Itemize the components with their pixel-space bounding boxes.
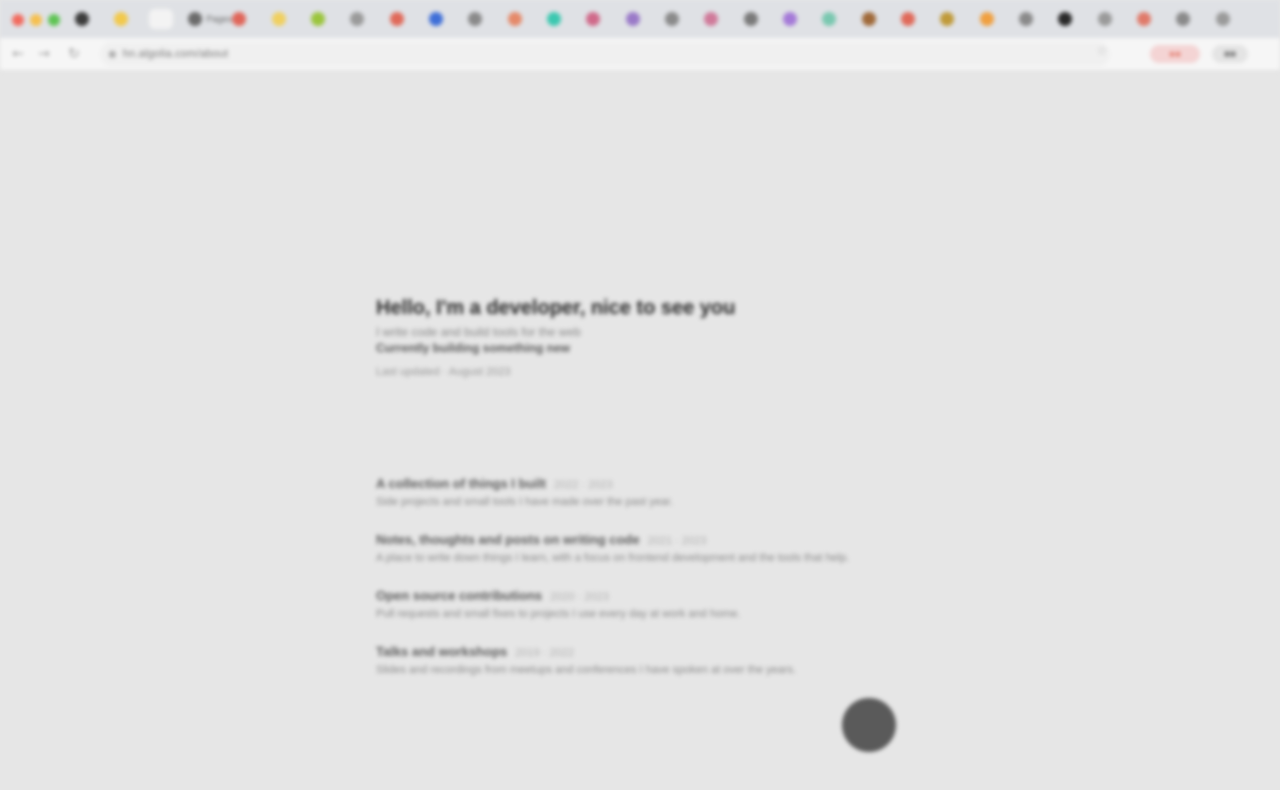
browser-tab[interactable] <box>503 9 527 29</box>
browser-tab[interactable] <box>148 9 173 29</box>
browser-tab[interactable] <box>345 9 369 29</box>
tab-favicon-icon <box>271 12 286 26</box>
tab-favicon-icon <box>547 12 561 26</box>
avatar[interactable] <box>842 698 896 752</box>
tab-favicon-icon <box>940 12 955 26</box>
browser-toolbar: ← → ↻ ◉ hn.algolia.com/about ☆ ●● ■■ <box>0 38 1280 71</box>
tab-favicon-icon <box>153 12 168 26</box>
tab-favicon-icon <box>1058 12 1073 26</box>
browser-tab[interactable] <box>817 9 841 29</box>
browser-tab[interactable] <box>463 9 487 29</box>
browser-tab[interactable] <box>1014 9 1038 29</box>
tab-favicon-icon <box>429 12 443 26</box>
browser-tab[interactable] <box>542 9 566 29</box>
browser-tab[interactable] <box>896 9 920 29</box>
list-item[interactable]: A collection of things I built 2022 · 20… <box>376 476 916 510</box>
browser-tab[interactable] <box>267 9 291 29</box>
maximize-window-button[interactable] <box>48 14 60 26</box>
browser-tab[interactable] <box>227 9 251 29</box>
extension-badge[interactable]: ●● <box>1150 45 1200 63</box>
tab-favicon-icon <box>389 12 404 26</box>
tab-favicon-icon <box>1215 12 1230 26</box>
browser-tab[interactable] <box>935 9 959 29</box>
browser-tab[interactable] <box>1211 9 1235 29</box>
tab-favicon-icon <box>350 12 365 26</box>
tab-favicon-icon <box>586 12 601 26</box>
tab-favicon-icon <box>743 12 758 26</box>
entry-description: Slides and recordings from meetups and c… <box>376 664 797 676</box>
tab-favicon-icon <box>783 12 797 26</box>
tab-favicon-icon <box>114 12 129 26</box>
browser-tab[interactable] <box>1093 9 1117 29</box>
entry-description: Pull requests and small fixes to project… <box>376 608 741 620</box>
tab-favicon-icon <box>901 12 915 26</box>
list-item[interactable]: Talks and workshops 2019 · 2022 Slides a… <box>376 644 916 678</box>
lock-icon: ◉ <box>108 48 117 60</box>
url-text: hn.algolia.com/about <box>122 48 229 60</box>
tab-favicon-icon <box>232 12 247 26</box>
entry-description: Side projects and small tools I have mad… <box>376 496 674 508</box>
main-content: Hello, I'm a developer, nice to see you … <box>376 296 916 700</box>
entry-date: 2022 · 2023 <box>553 479 613 491</box>
back-arrow-icon[interactable]: ← <box>8 44 28 64</box>
reload-icon[interactable]: ↻ <box>64 44 84 64</box>
browser-tab[interactable] <box>660 9 684 29</box>
browser-tab[interactable] <box>1171 9 1195 29</box>
tab-favicon-icon <box>1137 12 1151 26</box>
tab-favicon-icon <box>1176 12 1191 26</box>
browser-tab[interactable] <box>424 9 448 29</box>
entry-list: A collection of things I built 2022 · 20… <box>376 476 916 678</box>
tab-favicon-icon <box>507 12 522 26</box>
entry-date: 2020 · 2023 <box>550 591 609 603</box>
browser-window: Pages ← → ↻ ◉ hn.algolia.com/about ☆ ●● … <box>0 0 1280 790</box>
address-bar[interactable]: ◉ hn.algolia.com/about <box>100 42 1110 66</box>
browser-tab[interactable] <box>1053 9 1077 29</box>
browser-tab[interactable]: Pages <box>188 9 232 29</box>
page-subtitle: I write code and build tools for the web <box>376 325 581 339</box>
page-highlight: Currently building something new <box>376 341 571 355</box>
browser-tab[interactable] <box>581 9 605 29</box>
entry-date: 2019 · 2022 <box>515 647 574 659</box>
entry-title[interactable]: Open source contributions <box>376 588 542 603</box>
browser-tab[interactable] <box>699 9 723 29</box>
page-title: Hello, I'm a developer, nice to see you <box>376 297 736 319</box>
close-window-button[interactable] <box>12 14 24 26</box>
browser-tab[interactable] <box>975 9 999 29</box>
tab-favicon-icon <box>1019 12 1033 26</box>
entry-title[interactable]: Talks and workshops <box>376 644 507 659</box>
forward-arrow-icon[interactable]: → <box>34 44 54 64</box>
browser-tab[interactable] <box>739 9 763 29</box>
browser-tab[interactable] <box>621 9 645 29</box>
minimize-window-button[interactable] <box>30 14 42 26</box>
browser-tab[interactable] <box>857 9 881 29</box>
list-item[interactable]: Open source contributions 2020 · 2023 Pu… <box>376 588 916 622</box>
tab-favicon-icon <box>822 12 837 26</box>
browser-tab[interactable] <box>778 9 802 29</box>
profile-button[interactable]: ■■ <box>1212 45 1248 63</box>
entry-description: A place to write down things I learn, wi… <box>376 552 850 564</box>
browser-tab[interactable] <box>385 9 409 29</box>
browser-tab[interactable] <box>109 9 133 29</box>
tab-favicon-icon <box>625 12 640 26</box>
entry-title[interactable]: Notes, thoughts and posts on writing cod… <box>376 532 640 547</box>
browser-tab[interactable] <box>306 9 330 29</box>
tab-favicon-icon <box>979 12 994 26</box>
list-item[interactable]: Notes, thoughts and posts on writing cod… <box>376 532 916 566</box>
tab-favicon-icon <box>861 12 876 26</box>
tab-favicon-icon <box>75 12 89 26</box>
entry-title[interactable]: A collection of things I built <box>376 476 546 491</box>
tab-strip: Pages <box>0 0 1280 38</box>
entry-date: 2021 · 2023 <box>647 535 707 547</box>
tab-favicon-icon <box>704 12 719 26</box>
tab-favicon-icon <box>665 12 679 26</box>
browser-tab[interactable] <box>70 9 94 29</box>
tab-favicon-icon <box>1097 12 1112 26</box>
tab-favicon-icon <box>468 12 483 26</box>
browser-tab[interactable] <box>1132 9 1156 29</box>
page-meta: Last updated · August 2023 <box>376 366 511 378</box>
bookmark-star-icon[interactable]: ☆ <box>1096 44 1108 59</box>
tab-favicon-icon <box>311 12 325 26</box>
tab-favicon-icon <box>188 12 203 26</box>
